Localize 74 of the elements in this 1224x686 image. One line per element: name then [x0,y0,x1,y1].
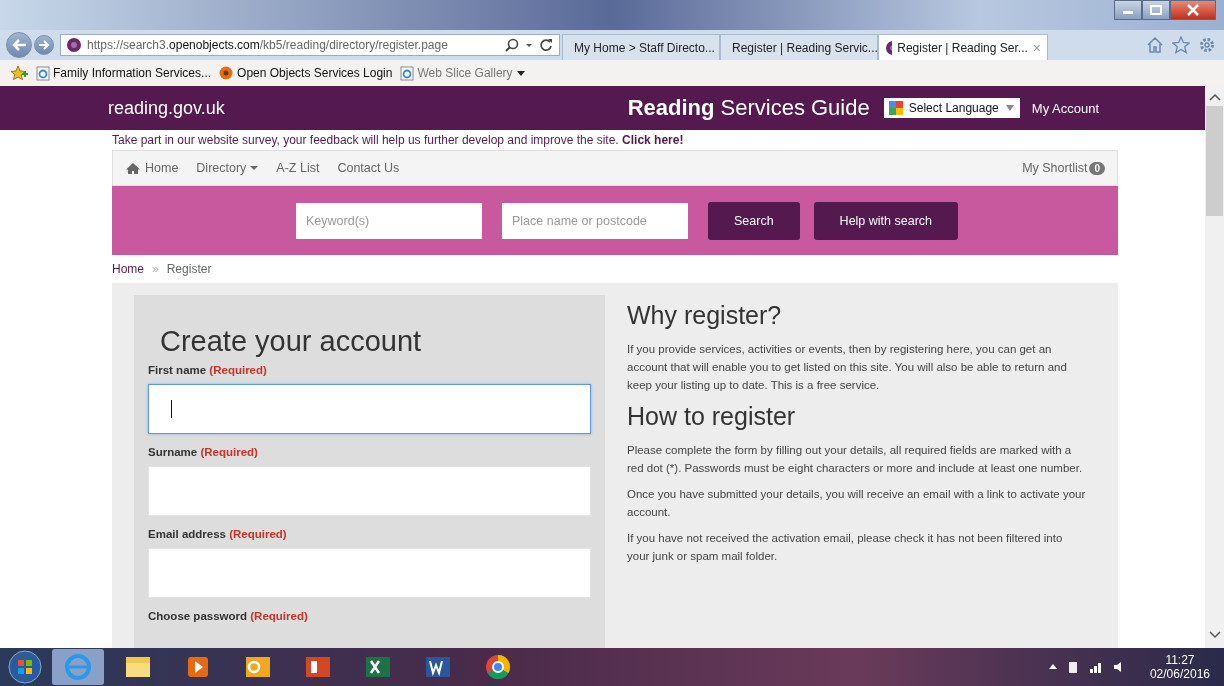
caret-icon [250,165,259,171]
settings-icon[interactable] [1198,36,1216,54]
caret-icon [1003,103,1016,113]
nav-link[interactable]: Directory [196,161,259,175]
caret-icon [515,69,526,77]
shortlist-link[interactable]: My Shortlist [1022,161,1088,175]
home-icon[interactable] [1146,36,1164,54]
page-icon [36,65,50,81]
site-logo[interactable]: reading.gov.uk [108,97,225,119]
page-icon [400,65,415,81]
field-label: First name (Required) [148,364,268,376]
refresh-icon[interactable] [539,38,553,52]
place-field[interactable]: Place name or postcode [502,202,688,239]
language-select[interactable]: Select Language [883,98,1020,118]
browser-tab[interactable]: Register | Reading Servic... [720,34,878,60]
scroll-up-icon[interactable] [1207,92,1222,102]
translate-icon [887,100,904,116]
nav-link[interactable]: Home [125,161,179,175]
signal-icon[interactable] [1087,660,1104,674]
breadcrumb-item[interactable]: Home [112,262,144,276]
tray-arrow-icon[interactable] [1047,662,1058,672]
scroll-down-icon[interactable] [1207,630,1222,640]
forward-arrow-icon [38,39,50,51]
section-heading: Why register? [627,301,783,330]
site-icon [67,38,81,52]
click-here-link[interactable]: Click here! [622,133,684,147]
close-button[interactable] [1170,0,1216,20]
nav-link[interactable]: Contact Us [337,161,400,175]
field-label: Surname (Required) [148,446,259,458]
site-icon [885,39,893,56]
star-icon[interactable] [1172,36,1190,54]
windows-logo-icon [8,650,42,684]
scrollbar[interactable] [1205,86,1224,648]
search-icon[interactable] [505,38,519,52]
my-account-link[interactable]: My Account [1031,100,1099,116]
favorites-star-icon[interactable] [10,65,28,81]
breadcrumb-item: Register [166,262,212,276]
paragraph: Please complete the form by filling out your details, all required fields are marked with a red dot (*). Passwords must be eight characters or more and include at least one number. [627,443,1084,476]
section-heading: How to register [627,402,797,431]
maximize-icon [1149,4,1163,16]
field-label: Choose password (Required) [148,610,309,622]
clock-time: 11:27 [1165,653,1195,667]
paragraph: Once you have submitted your details, you will receive an email with a link to activate your account. [627,487,1087,520]
shortlist-count: 0 [1089,161,1105,175]
back-arrow-icon [11,38,27,52]
clock-date: 02/06/2016 [1149,667,1210,681]
forward-button[interactable] [34,35,54,55]
field-label: Email address (Required) [148,528,288,540]
favorite-link[interactable]: Family Information Services... [36,65,212,81]
nav-link[interactable]: A-Z List [276,161,320,175]
paragraph: If you have not received the activation email, please check it has not been filtered into your junk or spam mail folder. [627,531,1064,564]
search-button[interactable]: Search [708,201,800,240]
paragraph: If you provide services, activities or events, then by registering here, you can get an account that will enable you to get listed on this site. You will also be able to return and keep your listing up to date. This is a free service. [627,342,1068,393]
start-button[interactable] [6,648,44,686]
address-bar[interactable]: https://search3.openobjects.com/kb5/reading/directory/register.page [60,34,560,56]
keyword-field[interactable]: Keyword(s) [296,202,482,239]
browser-tab[interactable]: Register | Reading Ser... × [878,34,1048,60]
url-text: https://search3.openobjects.com/kb5/reading/directory/register.page [87,38,449,52]
help-button[interactable]: Help with search [813,201,958,240]
browser-tab[interactable]: My Home > Staff Directo... [562,34,720,60]
close-icon [1186,4,1200,16]
minimize-button[interactable] [1114,0,1142,20]
favorite-link[interactable]: Web Slice Gallery [400,65,526,81]
logo-icon [219,66,235,80]
survey-message: Take part in our website survey, your feedback will help us further develop and improve the site. Click here! [112,133,684,147]
scroll-thumb[interactable] [1206,106,1223,216]
input-field[interactable] [148,384,591,434]
breadcrumb-separator: » [152,262,159,276]
site-title: Reading Services Guide [627,95,870,121]
maximize-button[interactable] [1142,0,1170,20]
favorite-link[interactable]: Open Objects Services Login [219,66,393,80]
form-title: Create your account [160,325,423,358]
back-button[interactable] [6,32,32,58]
home-icon [125,161,141,175]
